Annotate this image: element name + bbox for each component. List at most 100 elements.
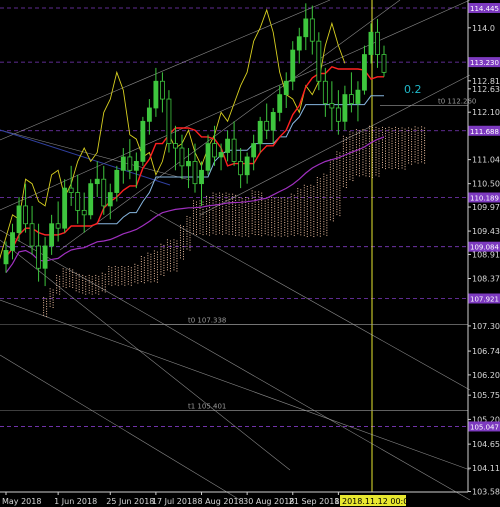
cloud-dot xyxy=(378,148,380,150)
cloud-dot xyxy=(209,219,211,221)
cloud-dot xyxy=(388,149,390,151)
cloud-dot xyxy=(169,245,171,247)
cloud-dot xyxy=(235,227,237,229)
candle xyxy=(238,148,244,189)
cloud-dot xyxy=(140,281,142,283)
cloud-dot xyxy=(277,234,279,236)
cloud-dot xyxy=(293,207,295,209)
cloud-dot xyxy=(319,203,321,205)
cloud-dot xyxy=(336,208,338,210)
cloud-dot xyxy=(284,224,286,226)
cloud-dot xyxy=(336,193,338,195)
cloud-dot xyxy=(176,255,178,257)
cloud-dot xyxy=(182,258,184,260)
cloud-dot xyxy=(209,197,211,199)
cloud-dot xyxy=(43,297,45,299)
cloud-dot xyxy=(153,250,155,252)
cloud-dot xyxy=(134,281,136,283)
cloud-dot xyxy=(267,234,269,236)
cloud-dot xyxy=(391,163,393,165)
cloud-dot xyxy=(261,202,263,204)
candle-body xyxy=(75,192,81,211)
cloud-dot xyxy=(391,145,393,147)
cloud-dot xyxy=(414,161,416,163)
cloud-dot xyxy=(310,219,312,221)
cloud-dot xyxy=(332,185,334,187)
cloud-dot xyxy=(414,148,416,150)
cloud-dot xyxy=(147,255,149,257)
cloud-dot xyxy=(232,221,234,223)
candle xyxy=(192,143,198,193)
cloud-dot xyxy=(342,170,344,172)
cloud-dot xyxy=(329,209,331,211)
cloud-dot xyxy=(352,152,354,154)
cloud-dot xyxy=(150,273,152,275)
cloud-dot xyxy=(313,200,315,202)
cloud-dot xyxy=(212,217,214,219)
cloud-dot xyxy=(411,141,413,143)
cloud-dot xyxy=(264,230,266,232)
cloud-dot xyxy=(160,261,162,263)
cloud-dot xyxy=(52,294,54,296)
cloud-dot xyxy=(199,212,201,214)
cloud-dot xyxy=(287,198,289,200)
cloud-dot xyxy=(206,223,208,225)
cloud-dot xyxy=(277,197,279,199)
cloud-dot xyxy=(310,207,312,209)
candle-body xyxy=(16,205,22,234)
cloud-dot xyxy=(121,278,123,280)
cloud-dot xyxy=(277,202,279,204)
cloud-dot xyxy=(316,179,318,181)
cloud-dot xyxy=(179,254,181,256)
cloud-dot xyxy=(52,296,54,298)
cloud-dot xyxy=(395,144,397,146)
cloud-dot xyxy=(98,286,100,288)
cloud-dot xyxy=(319,235,321,237)
candles-layer xyxy=(3,3,387,287)
cloud-dot xyxy=(310,202,312,204)
cloud-dot xyxy=(78,281,80,283)
candle-body xyxy=(186,161,191,167)
cloud-dot xyxy=(297,210,299,212)
cloud-dot xyxy=(254,209,256,211)
cloud-dot xyxy=(310,189,312,191)
cloud-dot xyxy=(408,162,410,164)
cloud-dot xyxy=(225,197,227,199)
cloud-dot xyxy=(326,209,328,211)
cloud-dot xyxy=(261,207,263,209)
cloud-dot xyxy=(411,158,413,160)
candle-body xyxy=(146,107,152,122)
cloud-dot xyxy=(199,215,201,217)
cloud-dot xyxy=(417,140,419,142)
cloud-dot xyxy=(411,138,413,140)
cloud-dot xyxy=(85,286,87,288)
cloud-dot xyxy=(424,130,426,132)
cloud-dot xyxy=(219,220,221,222)
cloud-dot xyxy=(251,210,253,212)
y-tick-label-18: 106.205 xyxy=(472,371,500,380)
cloud-dot xyxy=(235,219,237,221)
cloud-dot xyxy=(349,168,351,170)
cloud-dot xyxy=(332,175,334,177)
cloud-dot xyxy=(345,181,347,183)
cloud-dot xyxy=(241,208,243,210)
cloud-dot xyxy=(241,225,243,227)
y-tick-label-6: 111.688 xyxy=(470,128,499,136)
cloud-dot xyxy=(176,265,178,267)
cloud-dot xyxy=(414,126,416,128)
cloud-dot xyxy=(382,156,383,158)
cloud-dot xyxy=(212,192,214,194)
cloud-dot xyxy=(300,189,302,191)
cloud-dot xyxy=(316,219,318,221)
cloud-dot xyxy=(209,229,211,231)
cloud-dot xyxy=(388,134,390,136)
cloud-dot xyxy=(401,134,403,136)
cloud-dot xyxy=(219,225,221,227)
cloud-dot xyxy=(267,206,269,208)
cloud-dot xyxy=(368,140,370,142)
cloud-dot xyxy=(277,224,279,226)
cloud-dot xyxy=(111,284,113,286)
cloud-dot xyxy=(378,130,380,132)
cloud-dot xyxy=(365,170,367,172)
cloud-dot xyxy=(212,227,214,229)
